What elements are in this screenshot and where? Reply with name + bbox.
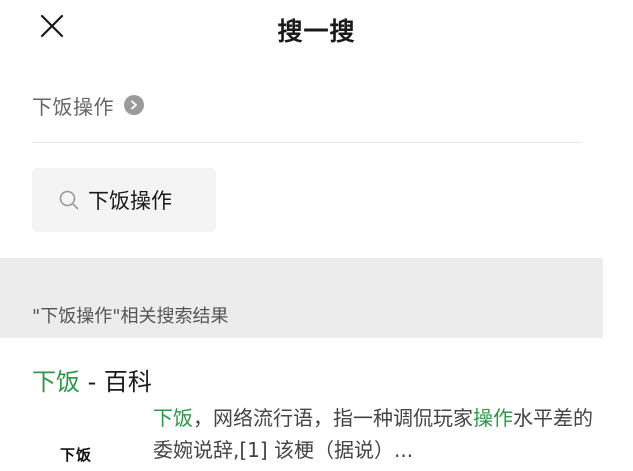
search-icon bbox=[59, 190, 79, 210]
section-label: "下饭操作"相关搜索结果 bbox=[32, 306, 229, 327]
result-title-highlight: 下饭 bbox=[32, 368, 80, 396]
search-suggestion-chip[interactable]: 下饭操作 bbox=[32, 168, 216, 232]
result-thumbnail[interactable]: 下饭 bbox=[60, 444, 108, 466]
snippet-text-1: ，网络流行语，指一种调侃玩家 bbox=[193, 406, 473, 430]
chevron-right-circle-icon bbox=[124, 95, 144, 115]
divider bbox=[32, 142, 582, 143]
query-link[interactable]: 下饭操作 bbox=[32, 88, 144, 122]
page-title: 搜一搜 bbox=[277, 17, 356, 46]
result-snippet: 下饭，网络流行语，指一种调侃玩家操作水平差的委婉说辞,[1] 该梗（据说）... bbox=[153, 402, 593, 466]
snippet-highlight-2: 操作 bbox=[473, 406, 513, 430]
result-title-link[interactable]: 下饭 - 百科 bbox=[32, 362, 152, 397]
query-text: 下饭操作 bbox=[32, 94, 114, 119]
search-chip-label: 下饭操作 bbox=[88, 189, 172, 213]
result-title-rest: - 百科 bbox=[80, 368, 152, 396]
snippet-highlight-1: 下饭 bbox=[153, 406, 193, 430]
